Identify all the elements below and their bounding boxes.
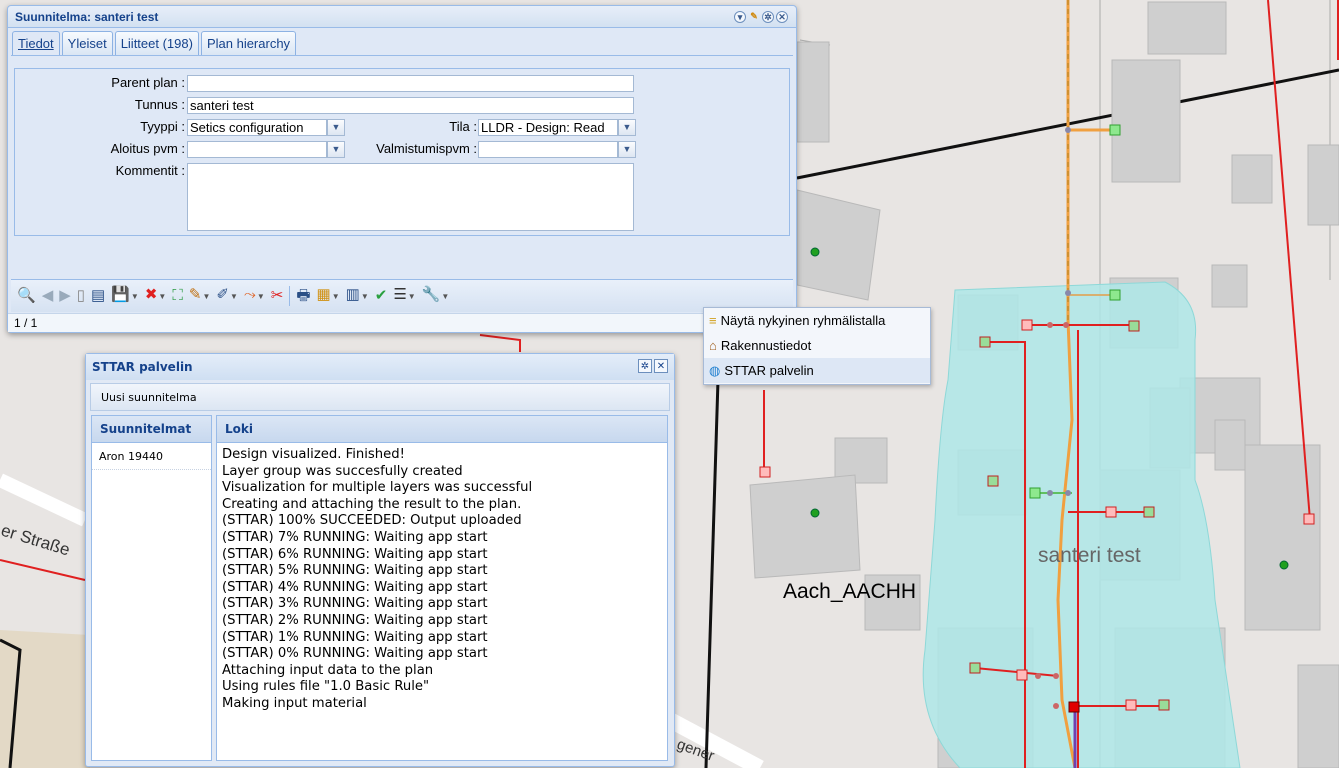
tunnus-field[interactable]: santeri test — [187, 97, 634, 114]
plan-label: santeri test — [1038, 544, 1141, 567]
new-plan-button[interactable]: Uusi suunnitelma — [90, 383, 670, 411]
plans-header: Suunnitelmat — [92, 416, 211, 443]
log-line: Layer group was succesfully created — [222, 463, 463, 479]
plan-toolbar: 🔍 ◀ ▶ ▯ ▤ 💾▼ ✖▼ ⛶ ✎▼ ✐▼ ⤳▼ ✂ 🖶 ▦▼ ▥▼ ✔ ☰… — [11, 279, 793, 312]
globe-icon: ◍ — [709, 362, 721, 378]
aloitus-dropdown-icon[interactable]: ▼ — [327, 141, 345, 158]
log-panel: Loki Design visualized. Finished! Layer g… — [216, 415, 668, 761]
sttar-window-titlebar[interactable]: STTAR palvelin ✲ ✕ — [86, 354, 674, 380]
tab-strip — [11, 55, 793, 60]
search-icon[interactable]: 🔍 — [17, 286, 36, 306]
menu-item-building-info[interactable]: ⌂ Rakennustiedot — [704, 333, 930, 358]
tyyppi-label: Tyyppi : — [140, 119, 185, 134]
toolbar-separator — [289, 286, 291, 306]
log-header: Loki — [217, 416, 667, 443]
close-icon[interactable]: ✕ — [654, 359, 668, 373]
log-line: (STTAR) 100% SUCCEEDED: Output uploaded — [222, 513, 522, 529]
aloitus-label: Aloitus pvm : — [110, 141, 185, 156]
maximize-icon[interactable]: ✲ — [762, 11, 774, 23]
house-icon: ⌂ — [709, 338, 717, 353]
close-icon[interactable]: ✕ — [776, 11, 788, 23]
tools-wrench-icon[interactable]: 🔧▼ — [422, 285, 450, 307]
form-view-icon[interactable]: ▤ — [91, 286, 105, 306]
draw-icon[interactable]: ✐▼ — [216, 285, 238, 307]
log-line: Attaching input data to the plan — [222, 662, 434, 678]
valmistumis-date-field[interactable] — [478, 141, 618, 158]
print-icon[interactable]: 🖶 — [296, 286, 310, 306]
log-list: Design visualized. Finished! Layer group … — [217, 443, 667, 713]
log-line: (STTAR) 0% RUNNING: Waiting app start — [222, 646, 488, 662]
menu-item-label: Rakennustiedot — [720, 338, 812, 353]
log-line: (STTAR) 6% RUNNING: Waiting app start — [222, 546, 488, 562]
tila-select[interactable]: LLDR - Design: Read — [478, 119, 618, 136]
plan-list-item[interactable]: Aron 19440 — [92, 445, 211, 470]
tyyppi-dropdown-icon[interactable]: ▼ — [327, 119, 345, 136]
parent-plan-label: Parent plan : — [111, 75, 185, 90]
tools-dropdown-menu: ≡ Näytä nykyinen ryhmälistalla ⌂ Rakennu… — [703, 307, 931, 385]
pin-icon[interactable]: ✎ — [748, 11, 760, 23]
approve-icon[interactable]: ✔ — [375, 286, 388, 306]
maximize-icon[interactable]: ✲ — [638, 359, 652, 373]
tunnus-label: Tunnus : — [134, 97, 185, 112]
next-icon[interactable]: ▶ — [59, 286, 71, 306]
tila-label: Tila : — [449, 119, 477, 134]
previous-icon[interactable]: ◀ — [42, 286, 54, 306]
area-label: Aach_AACHH — [783, 580, 916, 603]
collapse-icon[interactable]: ▾ — [734, 11, 746, 23]
sttar-window-title: STTAR palvelin — [92, 360, 193, 374]
log-line: Design visualized. Finished! — [222, 447, 405, 462]
list-menu-icon[interactable]: ☰▼ — [393, 285, 415, 307]
menu-item-label: Näytä nykyinen ryhmälistalla — [720, 313, 886, 328]
kommentit-textarea[interactable] — [187, 163, 634, 231]
paging-status: 1 / 1 — [8, 313, 796, 332]
log-line: Visualization for multiple layers was su… — [222, 480, 533, 496]
plan-window-title: Suunnitelma: santeri test — [15, 10, 159, 24]
tab-yleiset[interactable]: Yleiset — [61, 31, 113, 55]
log-line: Making input material — [222, 695, 367, 711]
tab-liitteet[interactable]: Liitteet (198) — [114, 31, 199, 55]
delete-icon[interactable]: ✖▼ — [145, 285, 167, 307]
land-area — [0, 630, 90, 768]
tila-dropdown-icon[interactable]: ▼ — [618, 119, 636, 136]
edit-icon[interactable]: ✎▼ — [189, 285, 211, 307]
report-icon[interactable]: ▦▼ — [317, 285, 340, 307]
layers-icon: ≡ — [709, 313, 717, 328]
log-line: (STTAR) 2% RUNNING: Waiting app start — [222, 612, 488, 628]
plan-window-titlebar[interactable]: Suunnitelma: santeri test ▾ ✎ ✲ ✕ — [8, 6, 796, 28]
tab-plan-hierarchy[interactable]: Plan hierarchy — [200, 31, 297, 55]
plan-tabs: Tiedot Yleiset Liitteet (198) Plan hiera… — [12, 31, 297, 55]
plan-window: Suunnitelma: santeri test ▾ ✎ ✲ ✕ Tiedot… — [7, 5, 797, 333]
parent-plan-field[interactable] — [187, 75, 634, 92]
new-document-icon[interactable]: ▯ — [77, 286, 85, 306]
log-line: (STTAR) 1% RUNNING: Waiting app start — [222, 629, 488, 645]
tyyppi-select[interactable]: Setics configuration — [187, 119, 327, 136]
menu-item-show-in-group-list[interactable]: ≡ Näytä nykyinen ryhmälistalla — [704, 308, 930, 333]
log-line: (STTAR) 4% RUNNING: Waiting app start — [222, 579, 488, 595]
tab-tiedot[interactable]: Tiedot — [12, 31, 60, 55]
log-line: (STTAR) 5% RUNNING: Waiting app start — [222, 563, 488, 579]
document-icon[interactable]: ▥▼ — [346, 285, 369, 307]
log-line: Using rules file "1.0 Basic Rule" — [222, 679, 430, 695]
zoom-extent-icon[interactable]: ⛶ — [172, 286, 183, 306]
valmistumis-dropdown-icon[interactable]: ▼ — [618, 141, 636, 158]
log-line: Creating and attaching the result to the… — [222, 496, 522, 512]
sttar-window: STTAR palvelin ✲ ✕ Uusi suunnitelma Suun… — [85, 353, 675, 767]
log-line: (STTAR) 7% RUNNING: Waiting app start — [222, 529, 488, 545]
valmistumis-label: Valmistumispvm : — [376, 141, 477, 156]
kommentit-label: Kommentit : — [115, 163, 185, 178]
plan-form: Parent plan : Tunnus : santeri test Tyyp… — [14, 68, 790, 236]
save-icon[interactable]: 💾▼ — [111, 285, 139, 307]
aloitus-date-field[interactable] — [187, 141, 327, 158]
route-icon[interactable]: ⤳▼ — [244, 285, 265, 307]
menu-item-sttar-server[interactable]: ◍ STTAR palvelin — [704, 358, 930, 383]
plan-area-polygon[interactable] — [922, 281, 1241, 768]
menu-item-label: STTAR palvelin — [724, 363, 814, 378]
log-line: (STTAR) 3% RUNNING: Waiting app start — [222, 596, 488, 612]
plans-panel: Suunnitelmat Aron 19440 — [91, 415, 212, 761]
split-icon[interactable]: ✂ — [271, 286, 284, 306]
